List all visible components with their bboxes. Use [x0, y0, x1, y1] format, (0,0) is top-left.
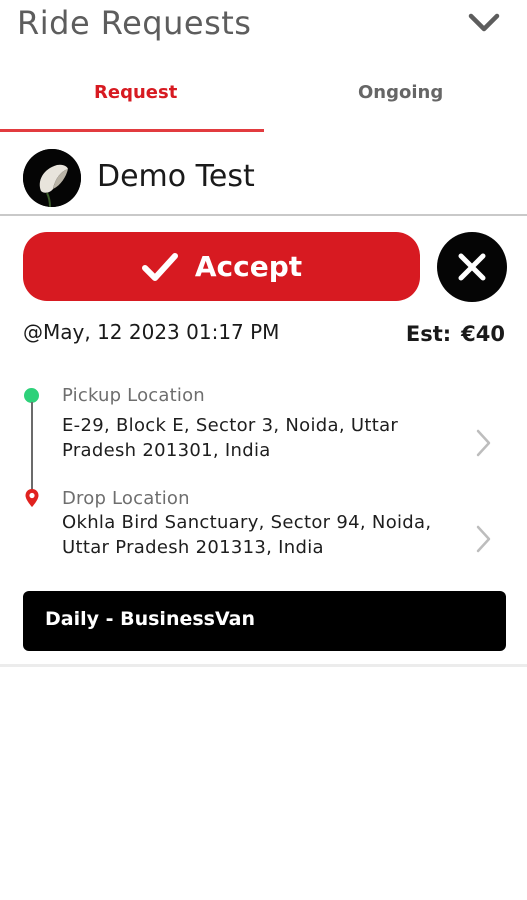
- chevron-right-icon[interactable]: [474, 428, 492, 458]
- avatar: [23, 149, 81, 207]
- active-tab-indicator: [0, 129, 264, 132]
- rider-name: Demo Test: [97, 159, 255, 194]
- tab-request[interactable]: Request: [94, 82, 177, 103]
- close-icon: [458, 253, 486, 281]
- reject-button[interactable]: [437, 232, 507, 302]
- check-icon: [141, 252, 178, 281]
- request-datetime: @May, 12 2023 01:17 PM: [23, 320, 280, 344]
- tab-ongoing[interactable]: Ongoing: [358, 82, 443, 103]
- rider-row: Demo Test: [0, 145, 527, 215]
- drop-address: Okhla Bird Sanctuary, Sector 94, Noida, …: [62, 512, 432, 558]
- drop-pin-icon: [25, 489, 39, 507]
- divider: [0, 214, 527, 216]
- vehicle-type-badge: Daily - BusinessVan: [23, 591, 506, 651]
- tab-bar: Request Ongoing: [0, 72, 527, 134]
- header: Ride Requests: [0, 0, 527, 52]
- vehicle-type-label: Daily - BusinessVan: [45, 608, 255, 630]
- estimated-fare: Est: €40: [406, 322, 505, 346]
- avatar-flower-image: [23, 149, 81, 207]
- route-details: Pickup Location E-29, Block E, Sector 3,…: [0, 380, 527, 570]
- route-line: [31, 402, 33, 490]
- pickup-dot-icon: [24, 388, 39, 403]
- accept-label: Accept: [194, 250, 303, 283]
- pickup-label: Pickup Location: [62, 385, 205, 406]
- est-label: Est:: [405, 322, 452, 346]
- pickup-address: E-29, Block E, Sector 3, Noida, Uttar Pr…: [62, 415, 399, 461]
- page-title: Ride Requests: [17, 4, 252, 42]
- chevron-down-icon[interactable]: [466, 8, 502, 38]
- est-value: €40: [461, 322, 505, 346]
- chevron-right-icon[interactable]: [474, 524, 492, 554]
- divider: [0, 664, 527, 667]
- drop-label: Drop Location: [62, 488, 190, 509]
- accept-button[interactable]: Accept: [23, 232, 420, 301]
